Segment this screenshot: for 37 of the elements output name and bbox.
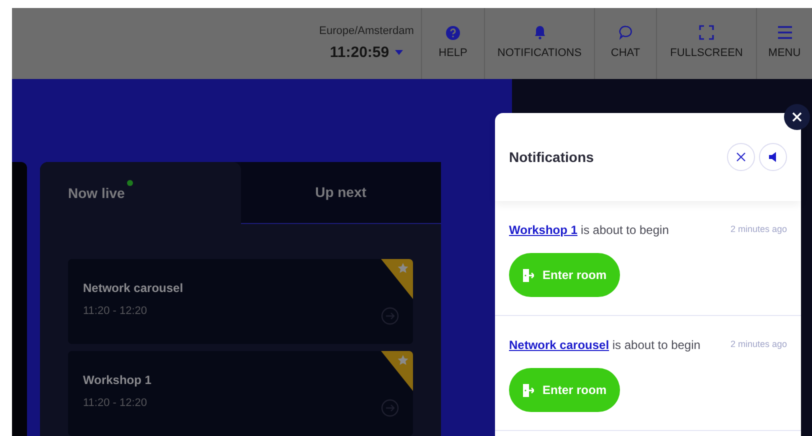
clear-button[interactable] — [727, 143, 755, 171]
fullscreen-icon — [699, 25, 714, 40]
door-enter-icon — [522, 384, 534, 396]
schedule-tab[interactable]: Up next — [240, 162, 441, 224]
close-icon — [736, 152, 746, 162]
enter-room-button[interactable]: Enter room — [509, 253, 620, 297]
session-time: 11:20 - 12:20 — [83, 396, 148, 411]
session-time: 11:20 - 12:20 — [83, 304, 148, 319]
session-link[interactable]: Network carousel — [509, 338, 610, 352]
session-card[interactable]: Network carousel 11:20 - 12:20 — [68, 259, 413, 344]
door-enter-icon — [522, 268, 534, 282]
tab-label: Now live — [68, 184, 125, 202]
menu-icon — [776, 25, 792, 40]
session-link[interactable]: Workshop 1 — [509, 223, 578, 237]
tab-label: Up next — [315, 183, 366, 202]
speaker-icon — [768, 151, 778, 163]
session-title: Workshop 1 — [83, 372, 152, 389]
panel-title: Notifications — [509, 148, 594, 166]
schedule-tab[interactable]: Now live — [40, 162, 240, 224]
notification-text: Workshop 1 is about to begin — [509, 222, 669, 239]
nav-button[interactable]: MENU — [757, 8, 812, 79]
help-icon — [446, 26, 460, 40]
star-ribbon-icon[interactable] — [381, 351, 413, 391]
notification-time: 2 minutes ago — [730, 338, 787, 351]
timezone-label: Europe/Amsterdam — [319, 24, 414, 39]
enter-room-button[interactable]: Enter room — [509, 368, 620, 412]
close-icon — [792, 112, 802, 122]
caret-icon — [395, 50, 404, 56]
clock-time: 11:20:59 — [330, 42, 390, 62]
bell-icon — [534, 25, 546, 40]
sound-button[interactable] — [759, 143, 787, 171]
chat-bubble-icon — [618, 25, 632, 40]
notification-text: Network carousel is about to begin — [509, 337, 700, 354]
notification-time: 2 minutes ago — [730, 223, 787, 236]
session-title: Network carousel — [83, 280, 184, 297]
star-ribbon-icon[interactable] — [381, 259, 413, 299]
session-card[interactable]: Workshop 1 11:20 - 12:20 — [68, 351, 413, 436]
